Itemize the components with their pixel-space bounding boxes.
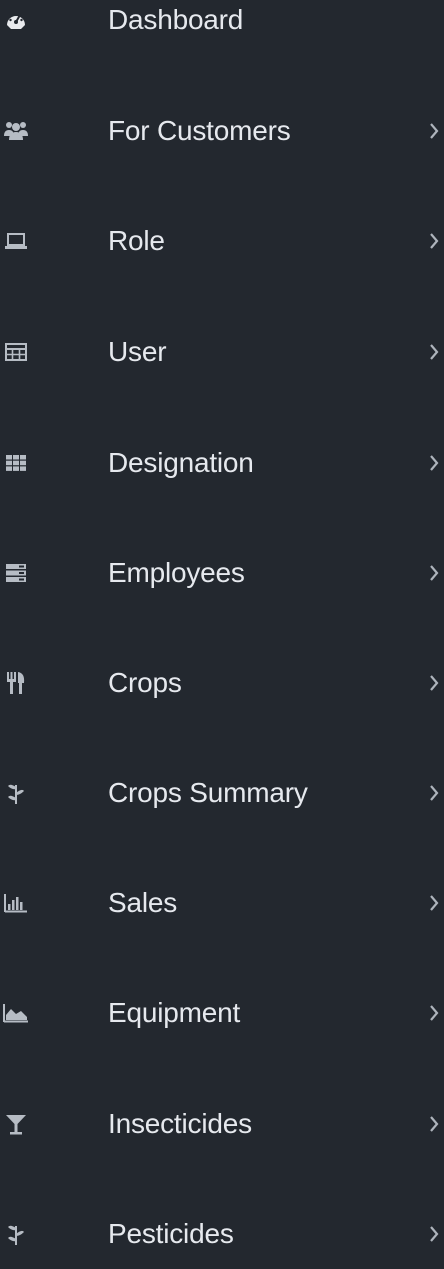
cutlery-icon xyxy=(3,670,29,696)
dashboard-icon xyxy=(3,7,29,33)
sidebar-item-crops[interactable]: Crops xyxy=(0,648,444,718)
sidebar-item-dashboard[interactable]: Dashboard xyxy=(0,0,444,55)
area-chart-icon xyxy=(3,1000,29,1026)
users-icon xyxy=(3,118,29,144)
sidebar-item-insecticides[interactable]: Insecticides xyxy=(0,1089,444,1159)
laptop-icon xyxy=(3,228,29,254)
chevron-right-icon xyxy=(428,452,440,474)
sidebar-item-label: Designation xyxy=(108,447,254,478)
sidebar-item-pesticides[interactable]: Pesticides xyxy=(0,1199,444,1269)
chevron-right-icon xyxy=(428,230,440,252)
sidebar-item-label: For Customers xyxy=(108,115,291,146)
chevron-right-icon xyxy=(428,562,440,584)
leaf-icon xyxy=(3,780,29,806)
sidebar-item-label: Role xyxy=(108,225,165,256)
table-icon xyxy=(3,339,29,365)
sidebar-item-label: User xyxy=(108,336,167,367)
chevron-right-icon xyxy=(428,672,440,694)
sidebar-item-employees[interactable]: Employees xyxy=(0,538,444,608)
sidebar-item-for-customers[interactable]: For Customers xyxy=(0,96,444,166)
chevron-right-icon xyxy=(428,1002,440,1024)
sidebar-item-label: Crops xyxy=(108,667,182,698)
sidebar-item-designation[interactable]: Designation xyxy=(0,428,444,498)
sidebar-item-label: Pesticides xyxy=(108,1218,234,1249)
sidebar-item-crops-summary[interactable]: Crops Summary xyxy=(0,758,444,828)
sidebar-item-label: Insecticides xyxy=(108,1108,252,1139)
chevron-right-icon xyxy=(428,892,440,914)
sidebar-item-user[interactable]: User xyxy=(0,317,444,387)
sidebar-item-role[interactable]: Role xyxy=(0,206,444,276)
sidebar-item-label: Equipment xyxy=(108,997,241,1028)
sidebar-item-label: Sales xyxy=(108,887,178,918)
sidebar-item-label: Employees xyxy=(108,557,245,588)
sidebar-item-label: Crops Summary xyxy=(108,777,308,808)
chevron-right-icon xyxy=(428,1223,440,1245)
sidebar-menu: Dashboard For Customers Role User Design… xyxy=(0,0,444,1252)
leaf-icon xyxy=(3,1221,29,1247)
sidebar-item-label: Dashboard xyxy=(108,4,244,35)
filter-icon xyxy=(3,1111,29,1137)
sidebar-item-equipment[interactable]: Equipment xyxy=(0,978,444,1048)
server-icon xyxy=(3,560,29,586)
chevron-right-icon xyxy=(428,1113,440,1135)
bar-chart-icon xyxy=(3,890,29,916)
chevron-right-icon xyxy=(428,341,440,363)
sidebar-item-sales[interactable]: Sales xyxy=(0,868,444,938)
grid-icon xyxy=(3,450,29,476)
chevron-right-icon xyxy=(428,120,440,142)
chevron-right-icon xyxy=(428,782,440,804)
